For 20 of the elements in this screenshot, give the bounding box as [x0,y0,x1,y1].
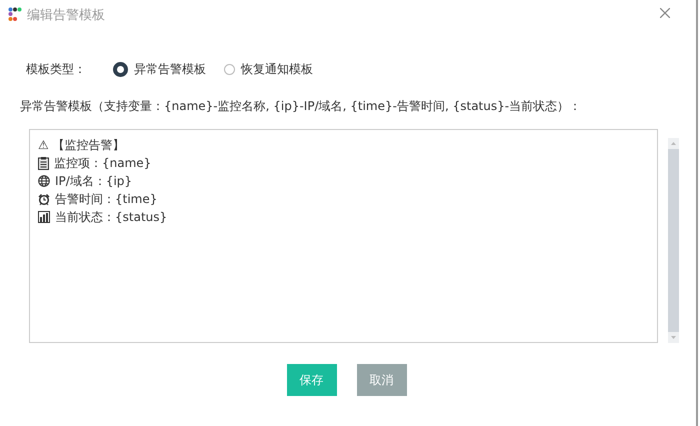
scroll-up-icon[interactable] [668,138,679,149]
bar-chart-icon [38,211,50,223]
scrollbar[interactable] [668,138,679,343]
app-logo-icon [8,7,22,23]
close-icon[interactable] [660,8,670,18]
radio-option[interactable]: 异常告警模板 [113,60,206,78]
template-line: ⚠ 【监控告警】 [38,136,125,154]
template-text-area[interactable]: ⚠ 【监控告警】 监控项：{name} IP/域名：{ip} 告警时间：{time} 当前状态：{status} [29,129,658,343]
radio-option[interactable]: 恢复通知模板 [224,60,313,78]
window-title: 编辑告警模板 [27,7,105,24]
clipboard-icon [38,156,49,170]
editor-label: 异常告警模板（支持变量：{name}-监控名称, {ip}-IP/域名, {time}-告警时间, {status}-当前状态）： [20,98,582,115]
globe-icon [38,175,50,187]
template-line: 监控项：{name} [54,154,152,172]
scroll-down-icon[interactable] [668,332,679,343]
alarm-clock-icon [38,192,50,206]
template-line: IP/域名：{ip} [55,172,132,190]
field-label: 模板类型： [26,60,86,78]
template-line: 告警时间：{time} [55,190,158,208]
template-line: 当前状态：{status} [55,208,168,226]
